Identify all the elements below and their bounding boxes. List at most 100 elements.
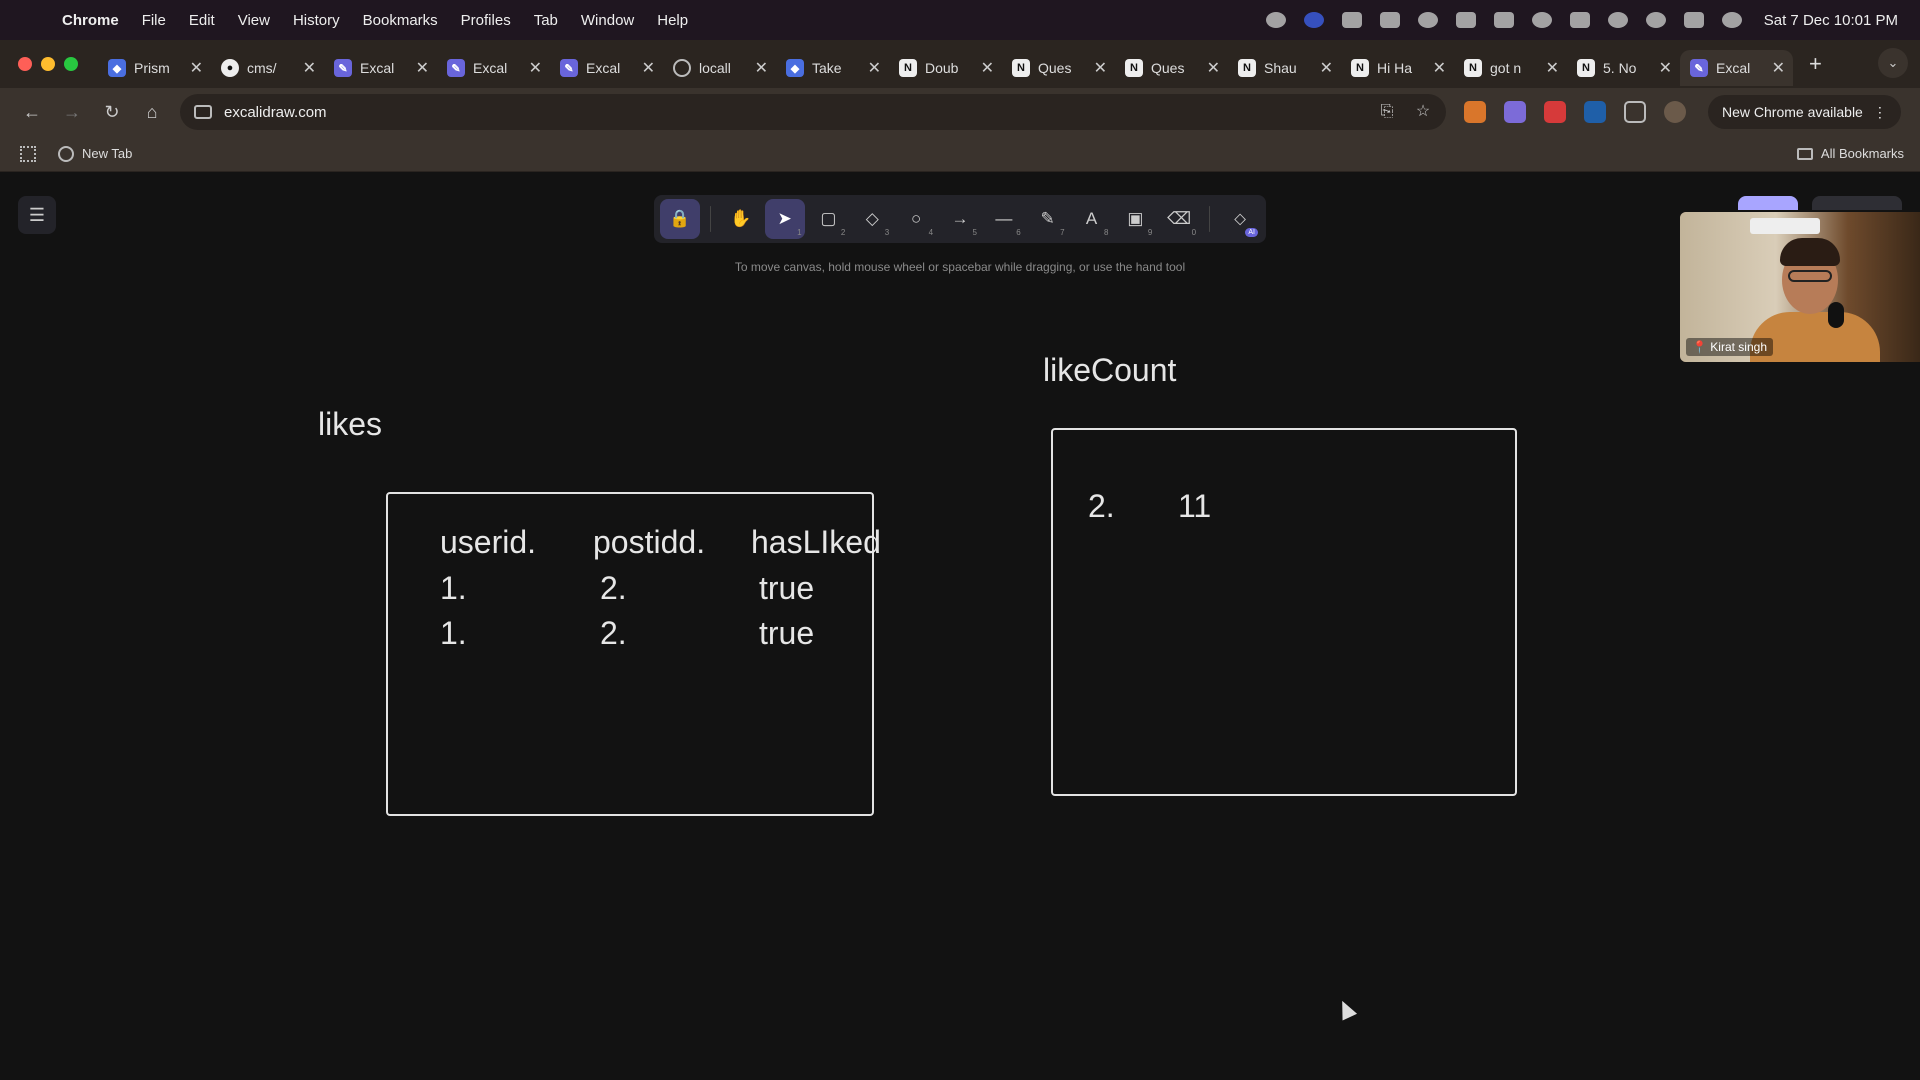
close-tab-icon[interactable]: ✕	[1320, 58, 1333, 78]
tab[interactable]: ✎ Excal ✕	[550, 50, 663, 86]
reload-icon[interactable]: ↻	[94, 94, 130, 130]
tab[interactable]: N Ques ✕	[1115, 50, 1228, 86]
tab[interactable]: N Ques ✕	[1002, 50, 1115, 86]
pencil-icon[interactable]: ✎ 7	[1028, 199, 1068, 239]
likecount-cell[interactable]: 11	[1178, 488, 1211, 525]
line-icon[interactable]: —6	[984, 199, 1024, 239]
likes-cell[interactable]: true	[759, 570, 814, 607]
new-tab-plus-icon[interactable]: +	[1809, 51, 1822, 77]
menu-clock[interactable]: Sat 7 Dec 10:01 PM	[1764, 12, 1898, 29]
menu-bookmarks[interactable]: Bookmarks	[363, 12, 438, 29]
text-icon[interactable]: A8	[1072, 199, 1112, 239]
share-button[interactable]	[1738, 196, 1798, 210]
zoom-icon[interactable]	[1303, 12, 1324, 28]
likes-cell[interactable]: 1.	[440, 615, 467, 652]
likes-header-postid[interactable]: postidd.	[593, 524, 705, 561]
site-info-icon[interactable]	[194, 105, 212, 119]
tab-active[interactable]: ✎ Excal ✕	[1680, 50, 1793, 86]
eraser-icon[interactable]: ⌫ 0	[1159, 199, 1199, 239]
display-icon[interactable]	[1493, 12, 1514, 28]
close-window-icon[interactable]	[18, 57, 32, 71]
app-tray-icon[interactable]	[1455, 12, 1476, 28]
apps-grid-icon[interactable]	[20, 145, 36, 162]
likecount-rectangle[interactable]	[1051, 428, 1517, 796]
menu-edit[interactable]: Edit	[189, 12, 215, 29]
selection-icon[interactable]: ➤ 1	[764, 199, 805, 239]
tab[interactable]: locall ✕	[663, 50, 776, 86]
menu-profiles[interactable]: Profiles	[461, 12, 511, 29]
url-text[interactable]: excalidraw.com	[224, 104, 1360, 121]
tab[interactable]: Ngot n ✕	[1454, 50, 1567, 86]
extension-react-icon[interactable]	[1584, 101, 1606, 123]
fullscreen-window-icon[interactable]	[64, 57, 78, 71]
close-tab-icon[interactable]: ✕	[755, 58, 768, 78]
moon-icon[interactable]	[1531, 12, 1552, 28]
likes-header-hasliked[interactable]: hasLIked	[751, 524, 881, 561]
siri-icon[interactable]	[1721, 12, 1742, 28]
close-tab-icon[interactable]: ✕	[642, 58, 655, 78]
close-tab-icon[interactable]: ✕	[529, 58, 542, 78]
tab[interactable]: ◆ Take ✕	[776, 50, 889, 86]
menu-window[interactable]: Window	[581, 12, 634, 29]
likes-cell[interactable]: true	[759, 615, 814, 652]
likes-cell[interactable]: 2.	[600, 615, 627, 652]
spotlight-search-icon[interactable]	[1645, 12, 1666, 28]
likecount-cell[interactable]: 2.	[1088, 488, 1115, 525]
hand-icon[interactable]: ✋	[721, 199, 761, 239]
menu-help[interactable]: Help	[657, 12, 688, 29]
extensions-puzzle-icon[interactable]	[1624, 101, 1646, 123]
forward-arrow-icon[interactable]: →	[54, 94, 90, 130]
menu-tab[interactable]: Tab	[534, 12, 558, 29]
extension-fox-icon[interactable]	[1464, 101, 1486, 123]
rectangle-icon[interactable]: ▢ 2	[809, 199, 849, 239]
close-tab-icon[interactable]: ✕	[303, 58, 316, 78]
tab[interactable]: ◆ Prism ✕	[98, 50, 211, 86]
tab[interactable]: N Shau ✕	[1228, 50, 1341, 86]
home-icon[interactable]: ⌂	[134, 94, 170, 130]
main-menu-hamburger-icon[interactable]: ☰	[18, 196, 56, 234]
menu-file[interactable]: File	[142, 12, 166, 29]
wifi-icon[interactable]	[1607, 12, 1628, 28]
close-tab-icon[interactable]: ✕	[1546, 58, 1559, 78]
tab[interactable]: N Hi Ha ✕	[1341, 50, 1454, 86]
all-bookmarks-button[interactable]: All Bookmarks	[1796, 146, 1904, 161]
close-tab-icon[interactable]: ✕	[981, 58, 994, 78]
tab[interactable]: N Doub ✕	[889, 50, 1002, 86]
close-tab-icon[interactable]: ✕	[1433, 58, 1446, 78]
profile-avatar[interactable]	[1664, 101, 1686, 123]
menu-chrome[interactable]: Chrome	[62, 12, 119, 29]
status-circle-icon[interactable]	[1417, 12, 1438, 28]
close-tab-icon[interactable]: ✕	[1659, 58, 1672, 78]
lock-icon[interactable]: 🔒	[660, 199, 700, 239]
diamond-icon[interactable]: ◇ 3	[852, 199, 892, 239]
control-center-icon[interactable]	[1683, 12, 1704, 28]
cloud-icon[interactable]	[1341, 12, 1362, 28]
more-menu-icon[interactable]: ⋮	[1873, 104, 1887, 121]
likes-label[interactable]: likes	[318, 406, 382, 443]
menu-view[interactable]: View	[238, 12, 270, 29]
address-bar[interactable]: excalidraw.com ⎘ ☆	[180, 94, 1446, 130]
arrow-icon[interactable]: → 5	[940, 199, 980, 239]
image-icon[interactable]: ▣ 9	[1115, 199, 1155, 239]
library-button[interactable]	[1812, 196, 1902, 210]
tab[interactable]: N 5. No ✕	[1567, 50, 1680, 86]
menu-history[interactable]: History	[293, 12, 340, 29]
tab-search-chevron-icon[interactable]: ⌄	[1878, 48, 1908, 78]
close-tab-icon[interactable]: ✕	[1207, 58, 1220, 78]
likes-cell[interactable]: 1.	[440, 570, 467, 607]
install-app-icon[interactable]: ⎘	[1378, 103, 1396, 121]
minimize-window-icon[interactable]	[41, 57, 55, 71]
extension-cloud-icon[interactable]	[1504, 101, 1526, 123]
tab[interactable]: ✎ Excal ✕	[437, 50, 550, 86]
network-icon[interactable]	[1379, 12, 1400, 28]
excalidraw-canvas[interactable]: ☰ 🔒 ✋ ➤ 1 ▢ 2 ◇ 3 ○ 4 → 5 —6 ✎ 7 A8 ▣ 9 ⌫ 0 ⬦ AI …	[0, 172, 1920, 1080]
likecount-label[interactable]: likeCount	[1043, 352, 1176, 389]
battery-icon[interactable]	[1569, 12, 1590, 28]
likes-cell[interactable]: 2.	[600, 570, 627, 607]
close-tab-icon[interactable]: ✕	[868, 58, 881, 78]
close-tab-icon[interactable]: ✕	[416, 58, 429, 78]
extension-lock-icon[interactable]	[1544, 101, 1566, 123]
ellipse-icon[interactable]: ○ 4	[896, 199, 936, 239]
back-arrow-icon[interactable]: ←	[14, 94, 50, 130]
close-tab-icon[interactable]: ✕	[1772, 58, 1785, 78]
